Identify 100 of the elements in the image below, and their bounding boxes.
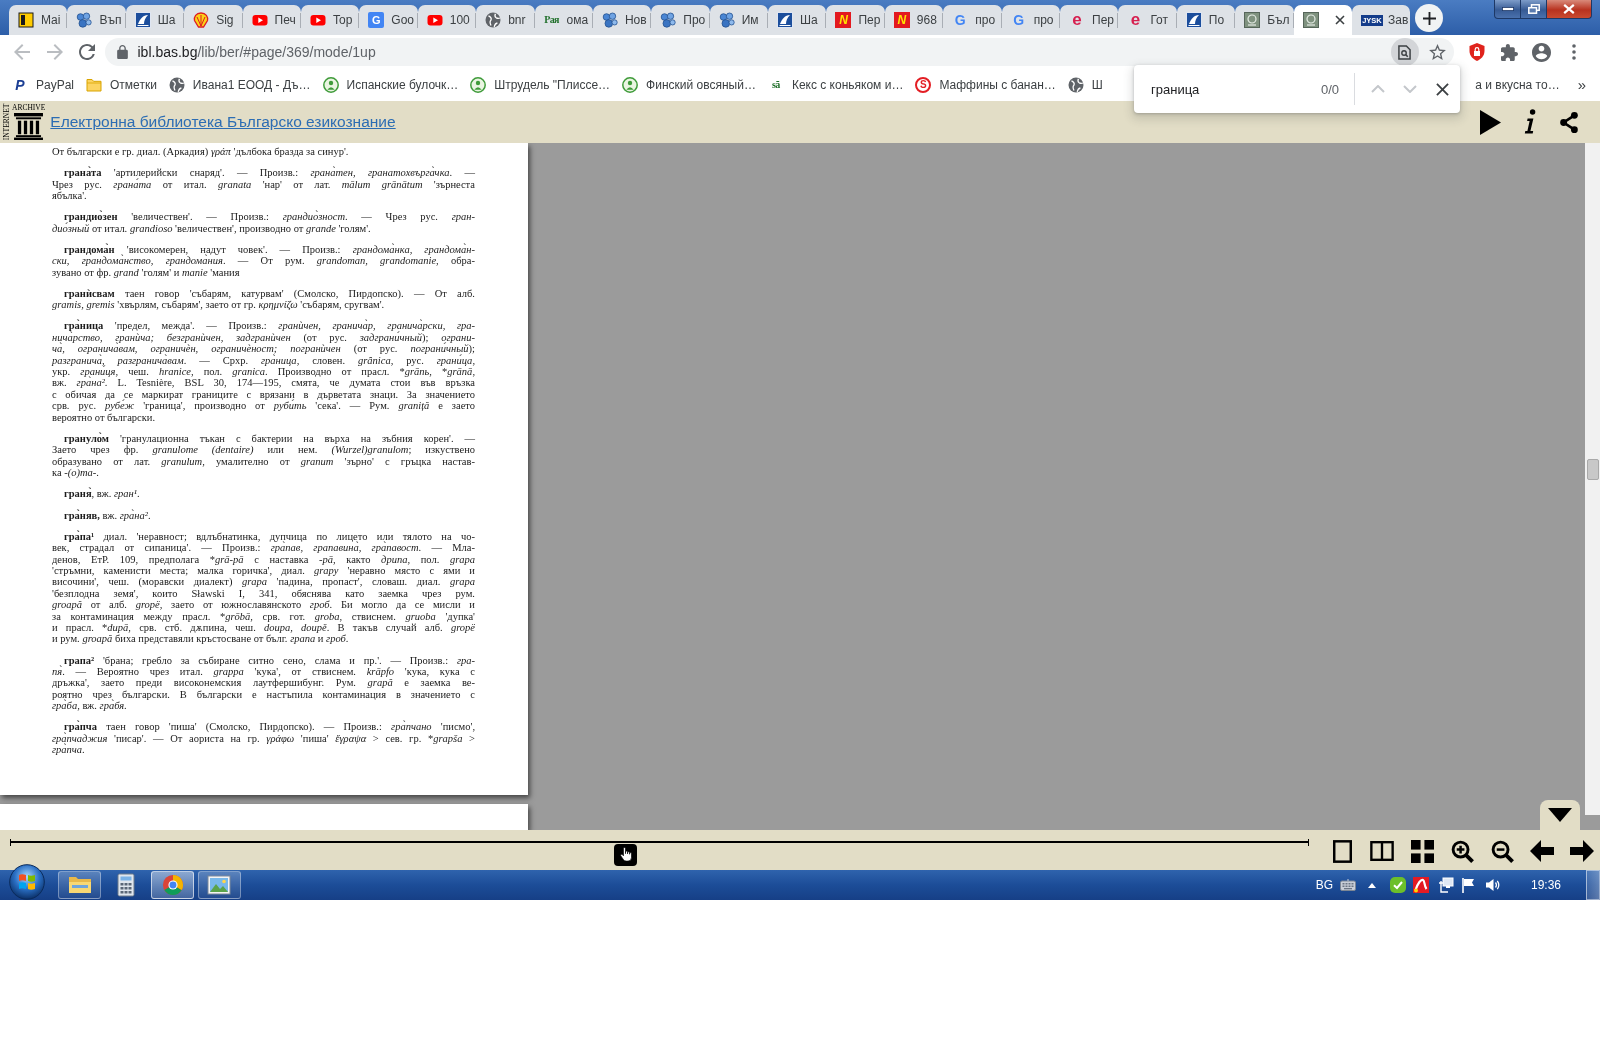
scrollbar-thumb[interactable] [1587,459,1599,480]
browser-tab[interactable]: Въп [67,5,126,35]
one-page-button[interactable] [1330,839,1354,863]
browser-tab[interactable]: G про [1001,5,1061,35]
arrow-left-icon [1530,840,1554,862]
chevron-up-icon [1371,85,1385,93]
play-icon [251,12,268,28]
zoom-out-icon [1490,839,1514,863]
bookmark-item[interactable]: sã Кекс с коньяком и… [761,73,910,97]
dictionary-entry: грануло̀м 'гранулационна тъкан с бактерии на върха на зъбния корен'. — Заето чрез фр. granulome (dentaire) или нем. (Wurzel)granulom; изкуствено образувано от лат. granulum, умалително от granum 'зърно' с гръцка настав- ка -(o)ma-. [52,432,475,479]
zoom-in-button[interactable] [1450,839,1474,863]
previous-page-button[interactable] [1530,839,1554,863]
browser-tab[interactable]: Про [651,5,710,35]
browser-tab[interactable]: N Пер [826,5,885,35]
bookmark-item[interactable]: Отметки [80,73,163,97]
taskbar-button[interactable] [151,871,194,899]
dictionary-entry: От български е гр. диал. (Аркадия) γράπ 'дълбока бразда за синур'. [52,146,350,158]
translate-icon: G [368,12,385,28]
emblem-icon [1302,12,1319,28]
sail-tile-icon [777,12,794,28]
taskbar-button[interactable] [58,871,101,899]
new-tab-button[interactable] [1415,4,1444,32]
browser-tab[interactable]: G Goo [359,5,418,35]
clock-text[interactable]: 19:36 [1530,878,1561,892]
bookmark-item[interactable]: Испанские булочк… [316,73,465,97]
two-page-icon [1370,841,1394,861]
play-icon [1480,109,1501,135]
lock-icon [116,45,128,59]
flag-icon[interactable] [1460,877,1477,893]
bookmark-item[interactable]: Штрудель "Плиссе… [464,73,617,97]
dictionary-entry: гра̀няв, вж. гра̀на². [63,509,152,521]
thumbnails-button[interactable] [1410,839,1434,863]
bookmark-item[interactable]: Финский овсяный… [616,73,762,97]
close-icon [1334,15,1345,25]
browser-tab[interactable]: N 968 [884,5,944,35]
language-indicator[interactable]: BG [1315,878,1333,892]
arrow-right-icon [1570,840,1594,862]
browser-tab[interactable]: e Гот [1118,5,1177,35]
logo-icon: G [1010,12,1027,28]
zoom-out-button[interactable] [1490,839,1514,863]
close-icon [1435,82,1449,96]
browser-tab[interactable]: bnr [476,5,535,35]
minimize-icon [1501,7,1514,11]
shell-icon [193,12,210,28]
scrollbar[interactable] [1585,143,1600,815]
address-bar[interactable]: ibl.bas.bg/lib/ber/#page/369/mode/1up [104,38,1454,66]
browser-tab[interactable]: Top [300,5,360,35]
tab-close-button[interactable] [1332,13,1347,27]
caret-up-icon[interactable] [1367,882,1376,888]
browser-tab[interactable]: Бъл [1235,5,1294,35]
bookmark-item[interactable]: S Маффины с банан… [909,73,1062,97]
keyboard-icon[interactable] [1339,879,1356,891]
browser-tab[interactable]: Mai [9,5,68,35]
dictionary-entry: граня̀, вж. гран¹. [63,488,141,500]
sail-tile-icon [134,12,151,28]
bookmark-item[interactable]: Ш [1061,73,1109,97]
circle-cluster-icon [718,12,735,28]
globe-icon [1067,77,1084,93]
two-page-button[interactable] [1370,839,1394,863]
bookmark-item[interactable]: Ивана1 ЕООД - Дъ… [162,73,317,97]
browser-tab[interactable]: Рая ома [534,5,593,35]
start-button[interactable] [9,864,45,900]
browser-tab[interactable]: G про [943,5,1002,35]
browser-tab[interactable]: Sig [184,5,243,35]
sail-tile-icon [1185,12,1202,28]
browser-tab[interactable]: 100 [417,5,477,35]
show-desktop-button[interactable] [1586,870,1600,900]
browser-tab[interactable]: Печ [242,5,301,35]
person-circle-icon [470,77,487,93]
browser-tab[interactable]: Нов [592,5,652,35]
shield-lock-icon [1468,43,1485,61]
caret-down-icon [1548,808,1572,822]
slider-handle[interactable] [614,843,638,866]
next-page-button[interactable] [1570,839,1594,863]
taskbar-button[interactable] [197,871,241,899]
swoosh-icon[interactable] [1412,877,1429,893]
close-window-button[interactable] [1547,0,1592,19]
bookmark-item[interactable]: P PayPal [6,73,81,97]
orb-icon [9,864,45,900]
dictionary-entry: грандома̀н 'високомерен, надут човек'. — Произв.: грандома̀нка, грандома̀н- ски, грандома̀нство, грандома̀ния. — От рум. grandoman, grandomanie, обра- зувано от фр. grand 'голям' и manie 'мания [52,243,475,279]
speaker-icon[interactable] [1484,877,1501,893]
library-link[interactable]: Електронна библиотека Българско езикознание [50,113,396,131]
browser-tab[interactable]: Ша [768,5,827,35]
network-icon[interactable] [1437,877,1454,893]
more-bookmarks-button[interactable]: » [1565,75,1600,95]
browser-tab[interactable]: Ша [125,5,185,35]
find-field[interactable]: граница [1151,74,1321,104]
dictionary-entry: гра̀пча таен говор 'пиша' (Смолско, Пирдопско). — Произв.: гра̀пчано 'писмо', гра̀пчаджия 'писар'. — От аориста на гр. γράφω 'пиша' ἔγραψα > сев. гр. *grapša > гра̀пча. [52,721,475,756]
restore-button[interactable] [1521,0,1547,19]
browser-tab[interactable] [1293,5,1352,35]
logo-icon: e [1069,12,1086,28]
browser-tab[interactable]: Им [709,5,769,35]
check-badge-icon[interactable] [1389,877,1406,893]
arrow-right-icon [46,44,63,60]
browser-tab[interactable]: e Пер [1060,5,1119,35]
browser-tab[interactable]: По [1176,5,1236,35]
minimize-button[interactable] [1494,0,1521,19]
bookmark-item[interactable]: а и вкусна то… [1469,73,1566,97]
find-button[interactable] [1390,38,1419,66]
toggle-navbar-button[interactable] [1540,800,1580,830]
